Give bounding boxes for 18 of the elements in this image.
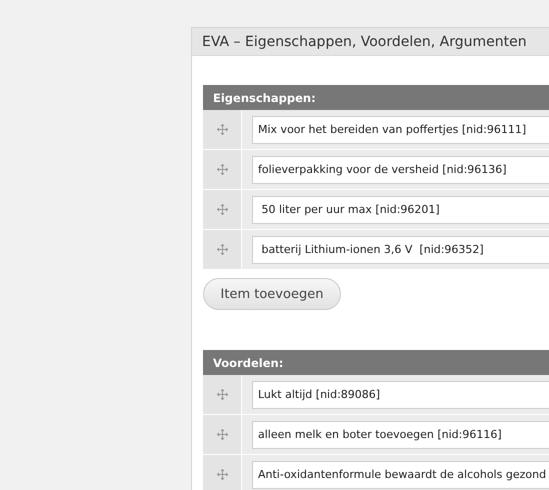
input-field[interactable]: alleen melk en boter toevoegen [nid:96116] — [252, 420, 549, 448]
drag-handle-icon[interactable] — [216, 244, 228, 255]
drag-handle-icon[interactable] — [216, 389, 228, 400]
input-field[interactable]: Mix voor het bereiden van poffertjes [nid:96111] — [252, 116, 549, 144]
input-field[interactable]: batterij Lithium-ionen 3,6 V [nid:96352] — [252, 236, 549, 264]
input-field[interactable]: Lukt altijd [nid:89086] — [252, 380, 549, 408]
drag-handle-icon[interactable] — [216, 124, 228, 135]
drag-handle-icon[interactable] — [216, 204, 228, 215]
section-title: Voordelen: — [213, 356, 284, 370]
input-field[interactable]: Anti-oxidantenformule bewaardt de alcohols gezond — [252, 460, 549, 488]
panel-title: EVA – Eigenschappen, Voordelen, Argumenten — [202, 34, 527, 50]
section-title: Eigenschappen: — [213, 90, 316, 104]
drag-handle-icon[interactable] — [216, 164, 228, 175]
add-item-button[interactable]: Item toevoegen — [203, 278, 341, 310]
drag-handle-icon[interactable] — [216, 429, 228, 440]
input-field[interactable]: 50 liter per uur max [nid:96201] — [252, 196, 549, 224]
drag-handle-icon[interactable] — [216, 469, 228, 480]
input-field[interactable]: folieverpakking voor de versheid [nid:96136] — [252, 156, 549, 184]
